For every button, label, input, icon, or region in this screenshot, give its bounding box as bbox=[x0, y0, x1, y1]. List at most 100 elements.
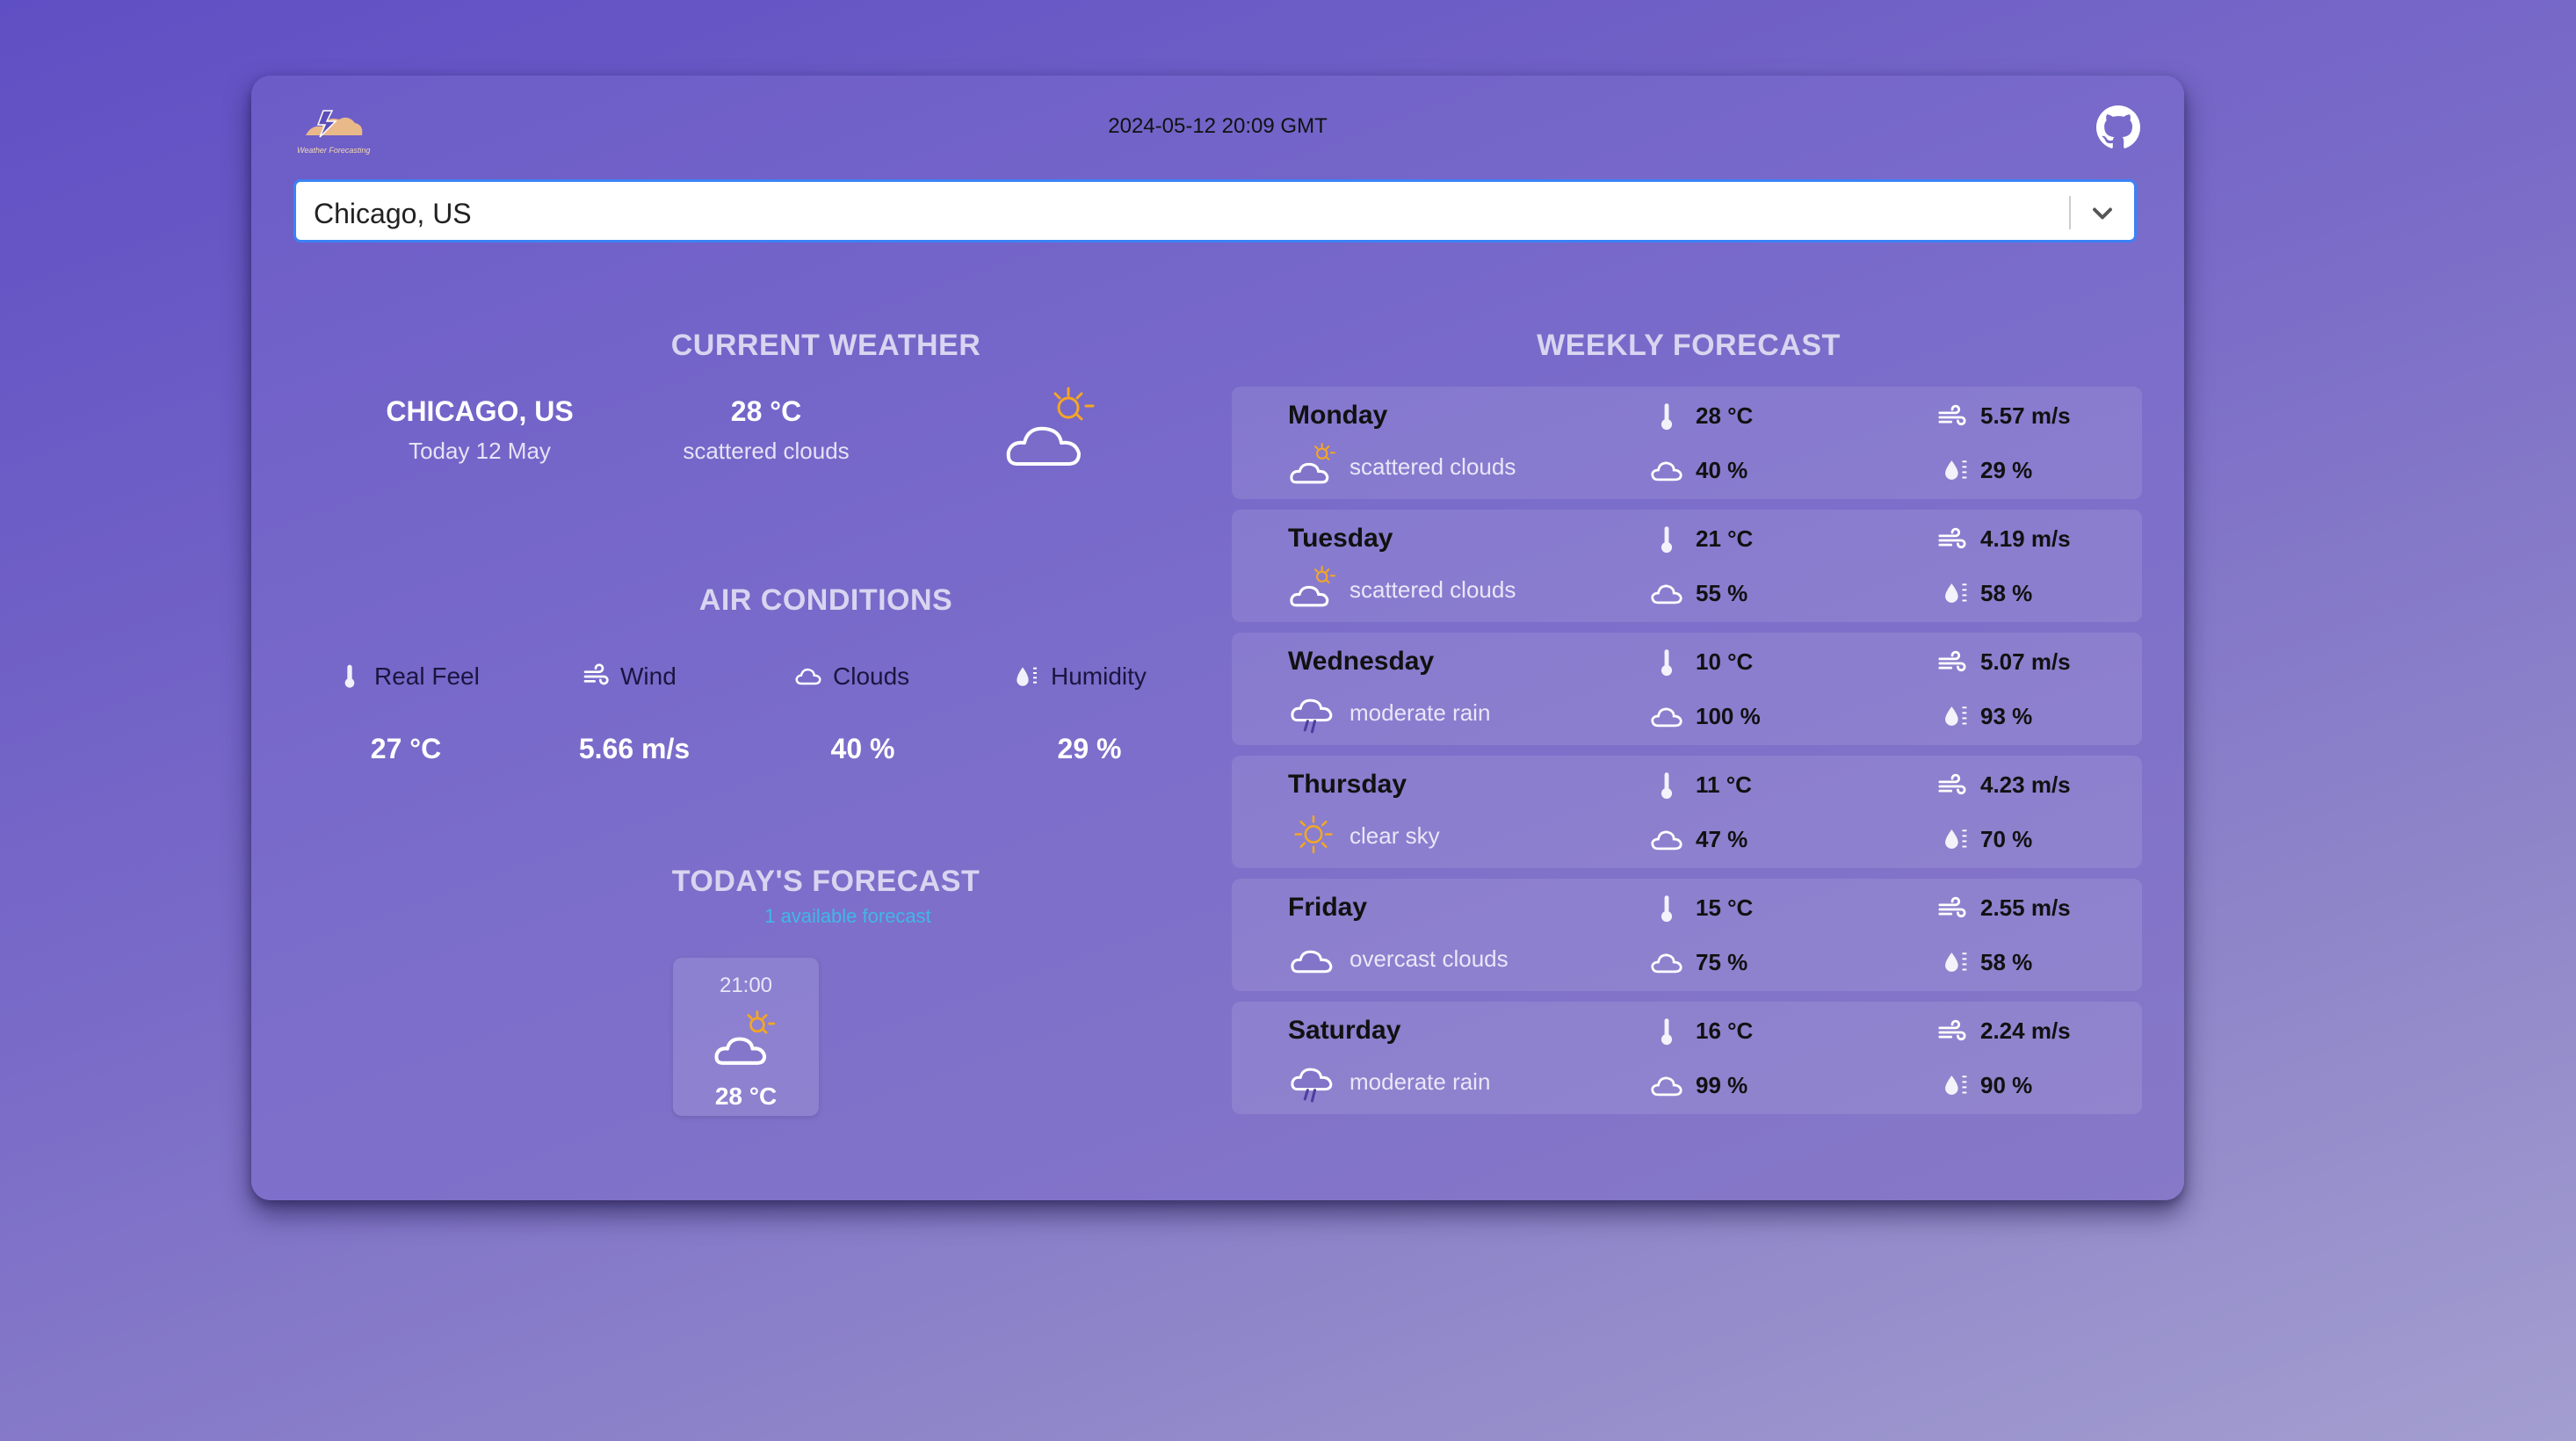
hour-temp: 28 °C bbox=[714, 1083, 778, 1110]
day-humidity: 58 % bbox=[1980, 580, 2033, 606]
humidity-icon bbox=[1940, 455, 1970, 485]
day-temp: 28 °C bbox=[1696, 402, 1754, 429]
humidity-icon bbox=[1940, 947, 1970, 977]
wind-text: Wind bbox=[620, 663, 677, 690]
real-feel-value: 27 °C bbox=[370, 733, 442, 764]
partly-cloudy-icon bbox=[1006, 387, 1095, 466]
thermometer-icon bbox=[1653, 1017, 1680, 1047]
current-date: Today 12 May bbox=[409, 438, 551, 464]
day-name: Saturday bbox=[1288, 1016, 1401, 1045]
thermometer-icon bbox=[1653, 771, 1680, 801]
day-wind: 2.24 m/s bbox=[1980, 1017, 2071, 1044]
day-description: scattered clouds bbox=[1350, 453, 1516, 480]
day-temp: 16 °C bbox=[1696, 1017, 1754, 1044]
day-clouds: 75 % bbox=[1696, 949, 1748, 975]
current-temp: 28 °C bbox=[730, 395, 802, 427]
partly-cloudy-icon bbox=[1290, 566, 1337, 612]
weekly-forecast-row: Wednesday moderate rain 10 °C 100 % 5.07 m/s… bbox=[1232, 633, 2142, 745]
humidity-value: 29 % bbox=[1057, 733, 1122, 764]
clouds-text: Clouds bbox=[833, 663, 910, 690]
wind-icon bbox=[1936, 771, 1968, 801]
weekly-forecast-title: WEEKLY FORECAST bbox=[1537, 329, 1841, 362]
partly-cloudy-icon bbox=[1290, 443, 1337, 489]
app-card: Weather Forecasting 2024-05-12 20:09 GMT… bbox=[251, 76, 2184, 1200]
hour-time: 21:00 bbox=[719, 974, 773, 997]
air-conditions-title: AIR CONDITIONS bbox=[698, 583, 953, 617]
day-clouds: 47 % bbox=[1696, 826, 1748, 852]
weekly-forecast-row: Monday scattered clouds 28 °C 40 % 5.57 m/s 2… bbox=[1232, 387, 2142, 499]
thermometer-icon bbox=[1653, 525, 1680, 555]
day-humidity: 58 % bbox=[1980, 949, 2033, 975]
day-wind: 4.23 m/s bbox=[1980, 771, 2071, 798]
datetime-display: 2024-05-12 20:09 GMT bbox=[1108, 114, 1328, 138]
rain-icon bbox=[1290, 689, 1337, 735]
day-description: moderate rain bbox=[1350, 1068, 1491, 1095]
day-humidity: 70 % bbox=[1980, 826, 2033, 852]
cloud-icon bbox=[1650, 580, 1683, 606]
rain-icon bbox=[1290, 1058, 1337, 1104]
wind-value: 5.66 m/s bbox=[578, 733, 691, 764]
weekly-forecast-row: Thursday clear sky 11 °C 47 % 4.23 m/s 70 % bbox=[1232, 756, 2142, 868]
humidity-icon bbox=[1940, 701, 1970, 731]
day-temp: 11 °C bbox=[1696, 771, 1752, 798]
day-name: Thursday bbox=[1288, 770, 1407, 799]
cloud-icon bbox=[1650, 949, 1683, 975]
humidity-icon bbox=[1940, 1070, 1970, 1100]
city-search-select[interactable]: Chicago, US bbox=[293, 179, 2137, 243]
wind-icon bbox=[1936, 648, 1968, 678]
cloud-icon bbox=[1650, 703, 1683, 729]
day-wind: 5.07 m/s bbox=[1980, 648, 2071, 675]
clouds-value: 40 % bbox=[830, 733, 895, 764]
day-name: Wednesday bbox=[1288, 647, 1435, 676]
wind-icon bbox=[1936, 402, 1968, 432]
available-forecast-count: 1 available forecast bbox=[764, 905, 931, 927]
day-clouds: 99 % bbox=[1696, 1072, 1748, 1098]
humidity-text: Humidity bbox=[1051, 663, 1147, 690]
humidity-icon bbox=[1940, 824, 1970, 854]
wind-icon bbox=[1936, 1017, 1968, 1047]
day-description: clear sky bbox=[1350, 822, 1440, 849]
wind-icon bbox=[1936, 525, 1968, 555]
sun-icon bbox=[1290, 812, 1337, 858]
day-wind: 4.19 m/s bbox=[1980, 525, 2071, 552]
wind-icon bbox=[583, 663, 609, 685]
weekly-forecast-row: Saturday moderate rain 16 °C 99 % 2.24 m/s 90… bbox=[1232, 1002, 2142, 1114]
day-clouds: 40 % bbox=[1696, 457, 1748, 483]
search-value: Chicago, US bbox=[314, 198, 472, 229]
hourly-forecast-card: 21:00 28 °C bbox=[673, 958, 819, 1116]
day-humidity: 29 % bbox=[1980, 457, 2033, 483]
day-wind: 2.55 m/s bbox=[1980, 894, 2071, 921]
current-description: scattered clouds bbox=[683, 438, 850, 464]
search-separator bbox=[2069, 196, 2071, 229]
cloud-icon bbox=[1290, 935, 1337, 981]
day-wind: 5.57 m/s bbox=[1980, 402, 2071, 429]
day-humidity: 90 % bbox=[1980, 1072, 2033, 1098]
cloud-icon bbox=[1650, 1072, 1683, 1098]
wind-icon bbox=[1936, 894, 1968, 924]
day-temp: 15 °C bbox=[1696, 894, 1754, 921]
cloud-icon bbox=[1650, 826, 1683, 852]
day-name: Tuesday bbox=[1288, 524, 1393, 553]
day-description: overcast clouds bbox=[1350, 945, 1509, 972]
logo-text: Weather Forecasting bbox=[297, 146, 371, 155]
day-name: Friday bbox=[1288, 893, 1368, 922]
humidity-icon bbox=[1940, 578, 1970, 608]
cloud-icon bbox=[795, 668, 821, 685]
thermometer-icon bbox=[1653, 894, 1680, 924]
day-name: Monday bbox=[1288, 401, 1388, 430]
chevron-down-icon[interactable] bbox=[2087, 198, 2118, 229]
day-description: scattered clouds bbox=[1350, 576, 1516, 603]
github-icon bbox=[2096, 105, 2140, 148]
github-link[interactable] bbox=[2096, 105, 2140, 149]
thermometer-icon bbox=[1653, 648, 1680, 678]
current-weather-title: CURRENT WEATHER bbox=[670, 329, 981, 362]
weekly-forecast-row: Friday overcast clouds 15 °C 75 % 2.55 m/s 58… bbox=[1232, 879, 2142, 991]
thermometer-icon bbox=[344, 664, 355, 688]
thermometer-icon bbox=[1653, 402, 1680, 432]
cloud-icon bbox=[1650, 457, 1683, 483]
humidity-label: Humidity bbox=[1012, 663, 1147, 691]
partly-cloudy-icon bbox=[714, 1010, 776, 1065]
weekly-forecast-row: Tuesday scattered clouds 21 °C 55 % 4.19 m/s… bbox=[1232, 510, 2142, 622]
day-temp: 10 °C bbox=[1696, 648, 1754, 675]
real-feel-text: Real Feel bbox=[374, 663, 480, 690]
